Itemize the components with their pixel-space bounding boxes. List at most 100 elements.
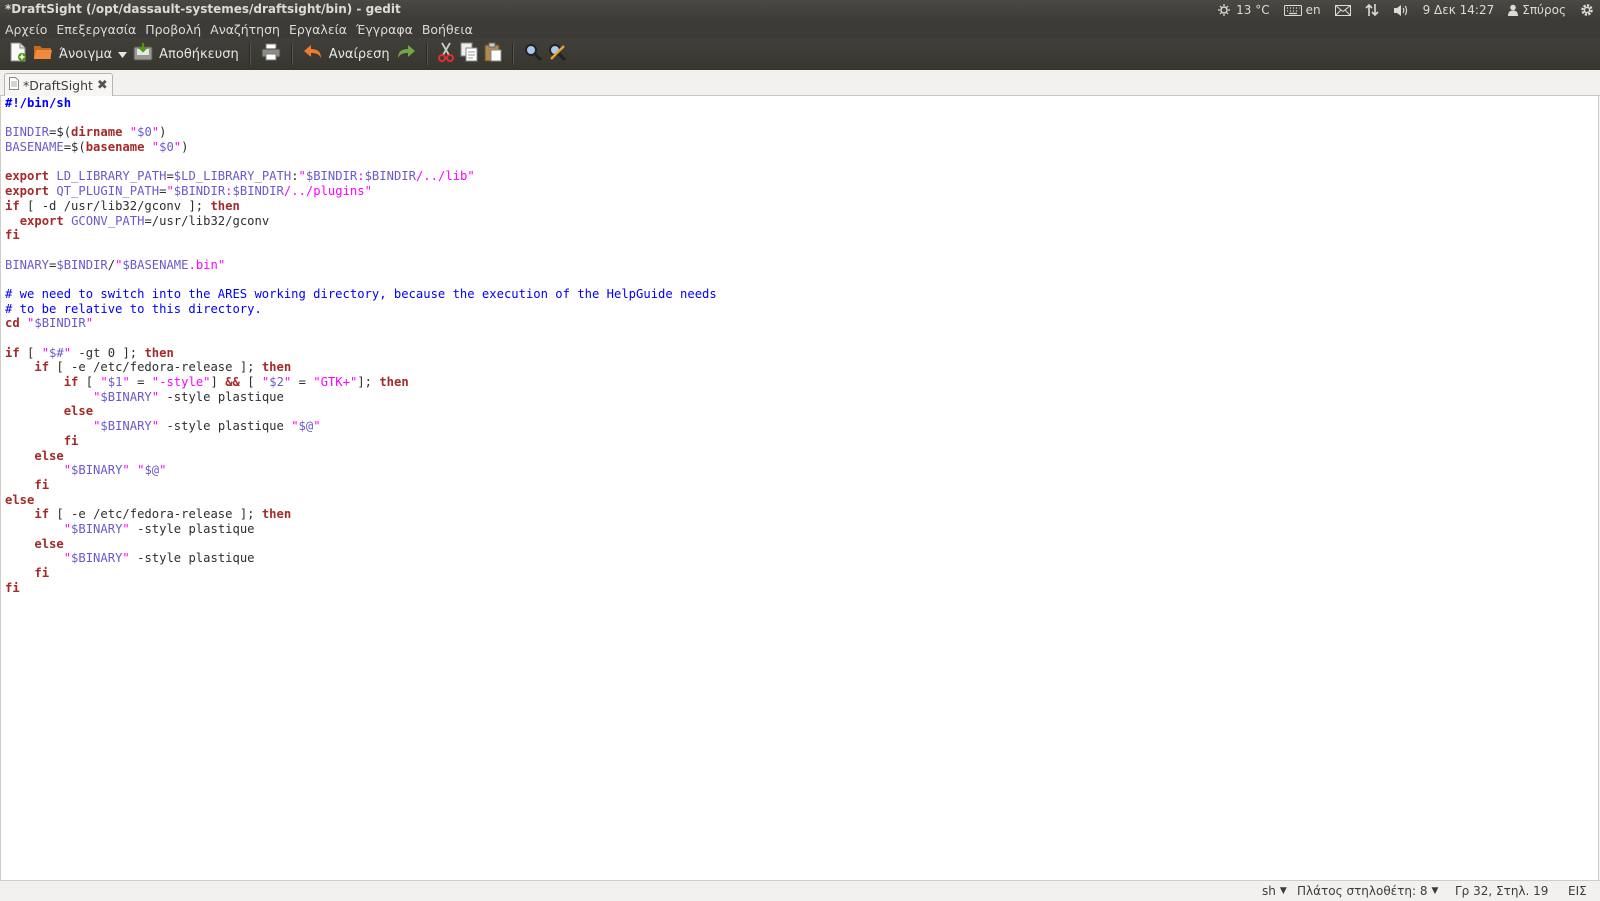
paste-button[interactable] (481, 41, 505, 67)
code-line[interactable]: # we need to switch into the ARES workin… (5, 287, 717, 302)
messaging-indicator[interactable] (1334, 4, 1351, 16)
code-line[interactable]: "$BINARY" -style plastique (5, 551, 717, 566)
weather-icon (1218, 3, 1232, 17)
code-line[interactable]: else (5, 404, 717, 419)
document-tab-strip: *DraftSight ✖ (0, 70, 1600, 96)
network-indicator[interactable] (1365, 3, 1379, 17)
weather-label: 13 °C (1236, 3, 1270, 17)
new-document-icon (9, 42, 27, 66)
code-line[interactable]: ​ (5, 272, 717, 287)
close-tab-icon[interactable]: ✖ (97, 78, 108, 93)
open-button[interactable]: Άνοιγμα (30, 41, 115, 67)
session-menu[interactable] (1580, 3, 1594, 17)
find-button[interactable] (521, 41, 545, 67)
menu-search[interactable]: Αναζήτηση (206, 22, 284, 37)
code-line[interactable]: BINDIR=$(dirname "$0") (5, 125, 717, 140)
menu-view[interactable]: Προβολή (141, 22, 205, 37)
language-label: sh (1262, 884, 1276, 898)
cut-button[interactable] (435, 41, 457, 67)
code-line[interactable]: if [ -e /etc/fedora-release ]; then (5, 507, 717, 522)
menu-edit[interactable]: Επεξεργασία (52, 22, 140, 37)
tab-draftsight[interactable]: *DraftSight ✖ (4, 73, 113, 96)
clock-label: 9 Δεκ 14:27 (1422, 3, 1495, 17)
magnifier-icon (524, 43, 542, 65)
toolbar-separator (511, 43, 514, 65)
code-line[interactable]: export LD_LIBRARY_PATH=$LD_LIBRARY_PATH:… (5, 169, 717, 184)
save-button[interactable]: Αποθήκευση (130, 41, 242, 67)
code-line[interactable]: BINARY=$BINDIR/"$BASENAME.bin" (5, 258, 717, 273)
code-line[interactable]: # to be relative to this directory. (5, 302, 717, 317)
undo-button[interactable]: Αναίρεση (300, 41, 393, 67)
text-editor[interactable]: #!/bin/sh​BINDIR=$(dirname "$0")BASENAME… (0, 96, 1599, 880)
tab-width-label: Πλάτος στηλοθέτη: 8 (1297, 884, 1428, 898)
user-menu[interactable]: Σπύρος (1508, 3, 1566, 17)
code-line[interactable]: "$BINARY" -style plastique (5, 522, 717, 537)
gear-icon (1580, 3, 1594, 17)
keyboard-icon (1283, 4, 1302, 16)
find-replace-icon (548, 43, 566, 65)
code-line[interactable]: #!/bin/sh (5, 96, 717, 111)
sound-indicator[interactable] (1393, 4, 1409, 17)
code-line[interactable]: fi (5, 478, 717, 493)
dropdown-arrow-icon (118, 47, 128, 62)
code-line[interactable]: export QT_PLUGIN_PATH="$BINDIR:$BINDIR/.… (5, 184, 717, 199)
code-line[interactable]: ​ (5, 155, 717, 170)
print-button[interactable] (258, 41, 284, 67)
envelope-icon (1334, 4, 1351, 16)
code-line[interactable]: export GCONV_PATH=/usr/lib32/gconv (5, 214, 717, 229)
code-area[interactable]: #!/bin/sh​BINDIR=$(dirname "$0")BASENAME… (5, 96, 717, 595)
code-line[interactable]: ​ (5, 111, 717, 126)
menu-tools[interactable]: Εργαλεία (285, 22, 351, 37)
undo-label: Αναίρεση (328, 46, 390, 62)
indicator-area: 13 °C en 9 Δεκ 14:27 Σπύρος (1218, 0, 1594, 20)
top-panel: *DraftSight (/opt/dassault-systemes/draf… (0, 0, 1600, 20)
clock[interactable]: 9 Δεκ 14:27 (1423, 3, 1495, 17)
save-label: Αποθήκευση (159, 46, 239, 62)
tab-width-dropdown-icon: ▼ (1431, 886, 1439, 896)
code-line[interactable]: else (5, 449, 717, 464)
weather-indicator[interactable]: 13 °C (1218, 3, 1270, 17)
menu-documents[interactable]: Έγγραφα (352, 22, 417, 37)
recent-files-dropdown[interactable] (115, 41, 130, 67)
tab-title: *DraftSight (23, 77, 93, 93)
cursor-position: Γρ 32, Στηλ. 19 (1455, 884, 1548, 898)
code-line[interactable]: "$BINARY" -style plastique (5, 390, 717, 405)
copy-button[interactable] (457, 41, 481, 67)
code-line[interactable]: ​ (5, 243, 717, 258)
menu-file[interactable]: Αρχείο (1, 22, 51, 37)
redo-arrow-icon (396, 44, 416, 64)
user-name: Σπύρος (1522, 3, 1566, 17)
code-line[interactable]: ​ (5, 331, 717, 346)
cursor-position-label: Γρ 32, Στηλ. 19 (1455, 884, 1549, 898)
code-line[interactable]: "$BINARY" "$@" (5, 463, 717, 478)
new-document-button[interactable] (6, 41, 30, 67)
code-line[interactable]: fi (5, 434, 717, 449)
code-line[interactable]: if [ "$#" -gt 0 ]; then (5, 346, 717, 361)
code-line[interactable]: fi (5, 581, 717, 596)
language-selector[interactable]: sh ▼ (1262, 884, 1287, 898)
find-replace-button[interactable] (545, 41, 569, 67)
code-line[interactable]: fi (5, 228, 717, 243)
code-line[interactable]: if [ -e /etc/fedora-release ]; then (5, 360, 717, 375)
toolbar-separator (290, 43, 293, 65)
toolbar: Άνοιγμα Αποθήκευση Αναίρεση (0, 38, 1600, 70)
open-folder-icon (33, 43, 53, 65)
tab-width-selector[interactable]: Πλάτος στηλοθέτη: 8 ▼ (1297, 884, 1438, 898)
redo-button[interactable] (393, 41, 419, 67)
code-line[interactable]: if [ -d /usr/lib32/gconv ]; then (5, 199, 717, 214)
copy-icon (460, 42, 478, 66)
keyboard-indicator[interactable]: en (1283, 3, 1321, 17)
undo-arrow-icon (303, 44, 323, 64)
toolbar-separator (248, 43, 251, 65)
code-line[interactable]: cd "$BINDIR" (5, 316, 717, 331)
code-line[interactable]: else (5, 537, 717, 552)
menu-help[interactable]: Βοήθεια (418, 22, 477, 37)
code-line[interactable]: fi (5, 566, 717, 581)
code-line[interactable]: "$BINARY" -style plastique "$@" (5, 419, 717, 434)
insert-mode-label: ΕΙΣ (1568, 884, 1587, 898)
code-line[interactable]: if [ "$1" = "-style"] && [ "$2" = "GTK+"… (5, 375, 717, 390)
insert-mode: ΕΙΣ (1568, 884, 1587, 898)
code-line[interactable]: BASENAME=$(basename "$0") (5, 140, 717, 155)
code-line[interactable]: else (5, 493, 717, 508)
printer-icon (261, 43, 281, 65)
